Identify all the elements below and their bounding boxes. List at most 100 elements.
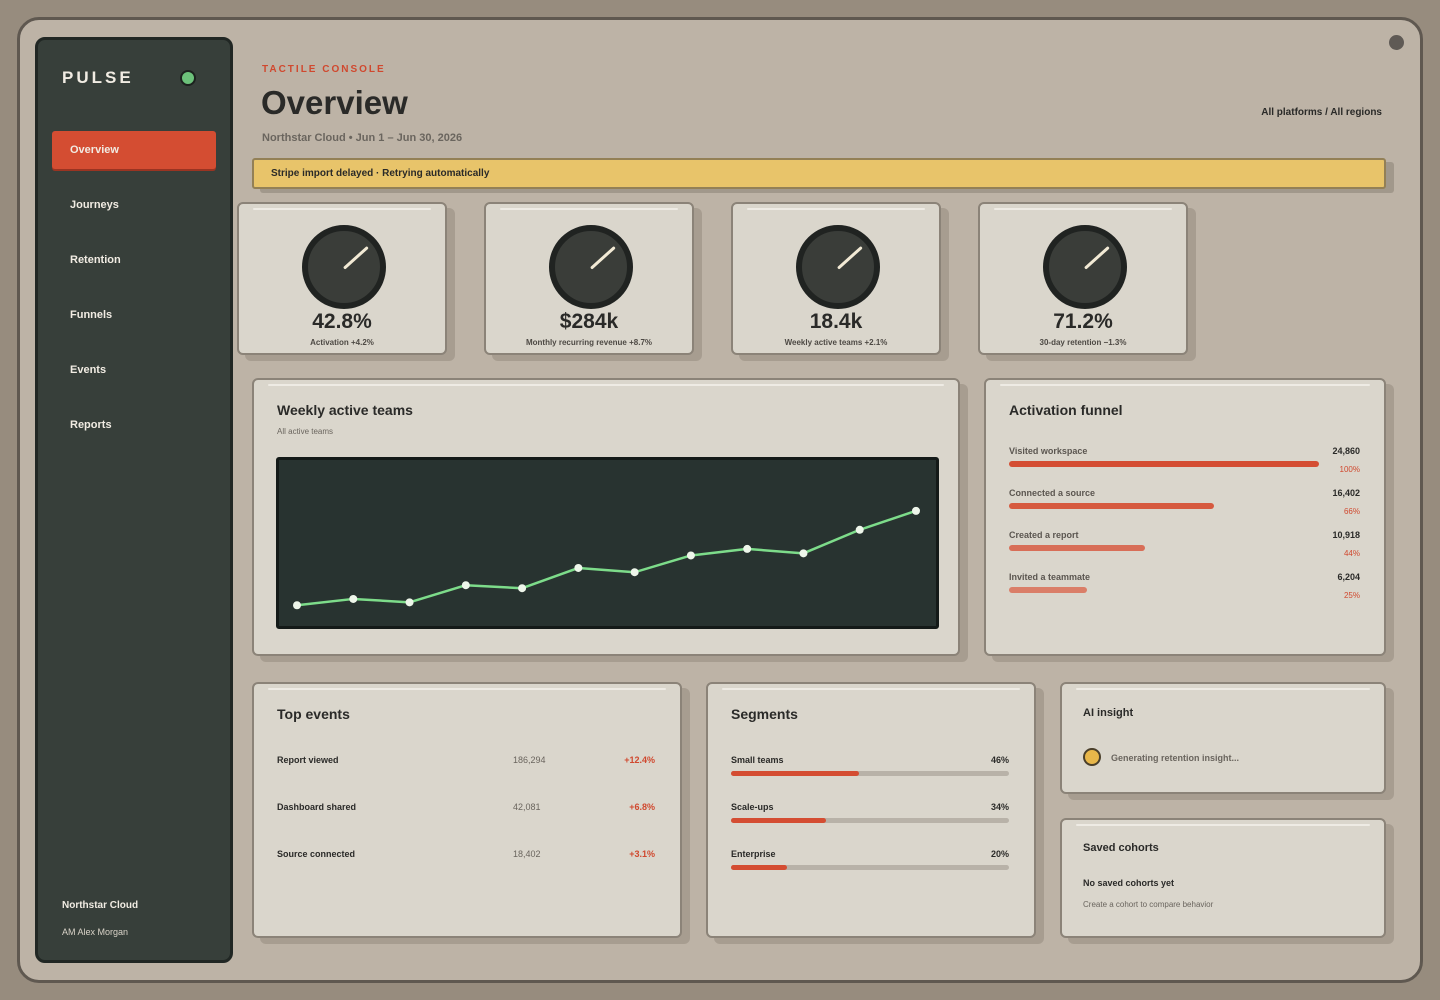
data-point-1[interactable] — [349, 594, 358, 603]
weekly-active-teams-card: Weekly active teams All active teams — [252, 378, 960, 656]
empty-state-subtitle: Create a cohort to compare behavior — [1083, 900, 1214, 909]
data-point-6[interactable] — [630, 568, 639, 577]
funnel-bar — [1009, 503, 1214, 509]
kpi-value: 42.8% — [312, 310, 372, 333]
camera-dot — [1389, 35, 1404, 50]
segments-card: Segments Small teams 46% Scale-ups 34% E… — [706, 682, 1036, 938]
sidebar-item-journeys[interactable]: Journeys — [52, 186, 216, 224]
funnel-bar — [1009, 587, 1087, 593]
segment-row[interactable]: Scale-ups 34% — [731, 802, 1009, 826]
event-name: Report viewed — [277, 755, 339, 765]
sidebar-item-retention[interactable]: Retention — [52, 241, 216, 279]
sidebar: PULSE Overview Journeys Retention Funnel… — [35, 37, 233, 963]
funnel-label: Connected a source — [1009, 488, 1096, 498]
funnel-percent: 25% — [1343, 591, 1360, 600]
data-point-8[interactable] — [743, 544, 752, 553]
data-point-5[interactable] — [574, 563, 583, 572]
event-name: Source connected — [277, 849, 356, 859]
segment-percent: 46% — [990, 755, 1009, 765]
knob-dial-icon — [549, 225, 633, 309]
kpi-value: 18.4k — [809, 310, 863, 333]
segment-row[interactable]: Small teams 46% — [731, 755, 1009, 779]
event-count: 186,294 — [513, 755, 546, 765]
segment-name: Enterprise — [731, 849, 776, 859]
table-row[interactable]: Source connected 18,402 +3.1% — [277, 849, 656, 863]
sidebar-item-events[interactable]: Events — [52, 351, 216, 389]
event-count: 42,081 — [513, 802, 541, 812]
data-point-10[interactable] — [855, 525, 864, 534]
line-chart-svg — [293, 506, 920, 610]
funnel-value: 16,402 — [1332, 488, 1360, 498]
data-point-3[interactable] — [461, 581, 470, 590]
funnel-bar — [1009, 461, 1319, 467]
funnel-bar — [1009, 545, 1146, 551]
event-delta: +6.8% — [629, 802, 655, 812]
org-name[interactable]: Northstar Cloud — [62, 900, 138, 911]
segment-row[interactable]: Enterprise 20% — [731, 849, 1009, 873]
empty-state-title: No saved cohorts yet — [1083, 878, 1175, 888]
event-count: 18,402 — [513, 849, 541, 859]
event-delta: +3.1% — [629, 849, 655, 859]
sidebar-item-funnels[interactable]: Funnels — [52, 296, 216, 334]
segment-name: Scale-ups — [731, 802, 774, 812]
segment-name: Small teams — [731, 755, 784, 765]
funnel-label: Visited workspace — [1009, 446, 1088, 456]
event-name: Dashboard shared — [277, 802, 357, 812]
knob-dial-icon — [302, 225, 386, 309]
table-row[interactable]: Dashboard shared 42,081 +6.8% — [277, 802, 656, 816]
platform-region-filter[interactable]: All platforms / All regions — [1261, 107, 1382, 118]
saved-cohorts-card: Saved cohorts No saved cohorts yet Creat… — [1060, 818, 1386, 938]
ai-insight-card: AI insight Generating retention insight.… — [1060, 682, 1386, 794]
kpi-card-weekly-active-teams[interactable]: 18.4k Weekly active teams +2.1% — [731, 202, 941, 355]
kpi-label: Activation +4.2% — [310, 338, 374, 347]
kpi-card-activation[interactable]: 42.8% Activation +4.2% — [237, 202, 447, 355]
sidebar-item-overview[interactable]: Overview — [52, 131, 216, 169]
funnel-value: 6,204 — [1337, 572, 1360, 582]
card-subtitle: All active teams — [277, 427, 334, 436]
kpi-card-retention[interactable]: 71.2% 30-day retention −1.3% — [978, 202, 1188, 355]
line-chart[interactable] — [276, 457, 939, 629]
insight-status: Generating retention insight... — [1111, 753, 1240, 763]
card-title: Weekly active teams — [277, 402, 413, 418]
sidebar-item-reports[interactable]: Reports — [52, 406, 216, 444]
data-point-4[interactable] — [518, 584, 527, 593]
import-alert-banner: Stripe import delayed · Retrying automat… — [252, 158, 1386, 189]
kpi-label: 30-day retention −1.3% — [1039, 338, 1127, 347]
funnel-value: 24,860 — [1332, 446, 1360, 456]
card-title: Saved cohorts — [1083, 842, 1159, 854]
top-events-card: Top events Report viewed 186,294 +12.4% … — [252, 682, 682, 938]
brand-logo: PULSE — [62, 68, 134, 87]
card-title: AI insight — [1083, 707, 1134, 719]
event-delta: +12.4% — [624, 755, 655, 765]
funnel-label: Invited a teammate — [1009, 572, 1091, 582]
card-title: Activation funnel — [1009, 402, 1123, 418]
funnel-percent: 44% — [1343, 549, 1360, 558]
funnel-percent: 100% — [1339, 465, 1360, 474]
knob-dial-icon — [1043, 225, 1127, 309]
card-title: Segments — [731, 706, 798, 722]
segment-bar — [731, 818, 826, 823]
data-point-9[interactable] — [799, 549, 808, 558]
kpi-label: Weekly active teams +2.1% — [784, 338, 888, 347]
data-point-0[interactable] — [293, 601, 301, 610]
status-indicator-icon — [180, 70, 196, 86]
kpi-value: $284k — [559, 310, 619, 333]
page-title: Overview — [261, 84, 408, 121]
table-row[interactable]: Report viewed 186,294 +12.4% — [277, 755, 656, 769]
segment-bar — [731, 771, 859, 776]
kpi-value: 71.2% — [1053, 310, 1113, 333]
page-subtitle: Northstar Cloud • Jun 1 – Jun 30, 2026 — [262, 132, 463, 144]
page-eyebrow: TACTILE CONSOLE — [262, 64, 386, 75]
data-point-2[interactable] — [405, 598, 414, 607]
user-account[interactable]: AM Alex Morgan — [62, 927, 128, 937]
loading-indicator-icon — [1083, 748, 1101, 766]
funnel-label: Created a report — [1009, 530, 1079, 540]
data-point-7[interactable] — [686, 551, 695, 560]
series-line — [296, 509, 917, 607]
data-point-11[interactable] — [912, 506, 920, 515]
funnel-percent: 66% — [1343, 507, 1360, 516]
activation-funnel-card: Activation funnel Visited workspace 24,8… — [984, 378, 1386, 656]
segment-percent: 20% — [990, 849, 1009, 859]
kpi-card-mrr[interactable]: $284k Monthly recurring revenue +8.7% — [484, 202, 694, 355]
card-title: Top events — [277, 706, 350, 722]
